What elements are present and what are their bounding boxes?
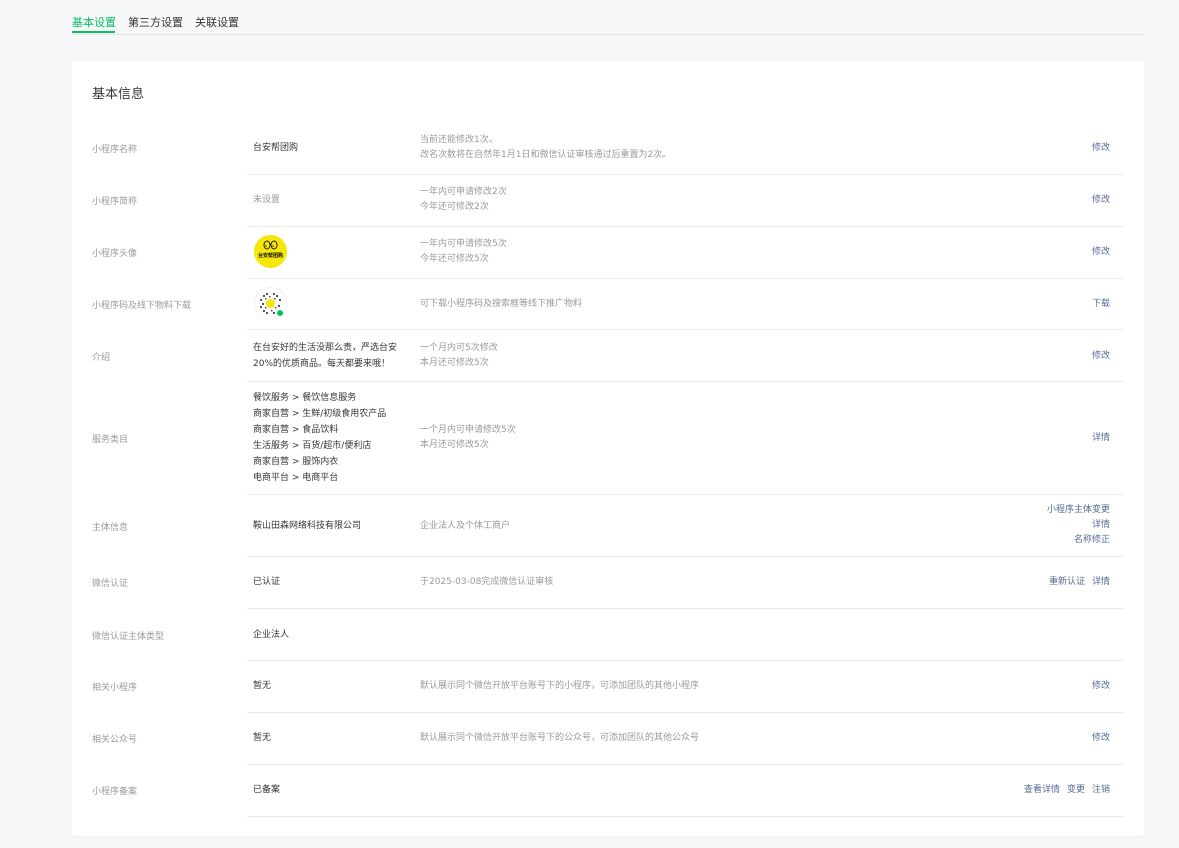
row-desc: 一年内可申请修改5次 今年还可修改5次 (420, 237, 507, 267)
row-divider (247, 608, 1124, 609)
app-avatar: 台安帮团购 (254, 235, 287, 268)
row-divider (247, 174, 1124, 175)
row-divider (247, 816, 1124, 817)
edit-avatar-link[interactable]: 修改 (1092, 245, 1110, 260)
row-desc: 一个月内可申请修改5次 本月还可修改5次 (420, 423, 516, 453)
desc-line: 当前还能修改1次。 (420, 135, 498, 145)
basic-info-card: 基本信息 小程序名称 台安帮团购 当前还能修改1次。 改名次数将在自然年1月1日… (72, 61, 1144, 836)
download-qrcode-link[interactable]: 下载 (1092, 297, 1110, 312)
filing-actions: 查看详情 变更 注销 (1017, 783, 1110, 798)
category-item: 电商平台 > 电商平台 (253, 473, 339, 483)
row-divider (247, 764, 1124, 765)
section-title: 基本信息 (92, 87, 145, 102)
qrcode-thumbnail (254, 287, 287, 320)
tab-third-party-settings[interactable]: 第三方设置 (128, 14, 183, 30)
row-desc: 一年内可申请修改2次 今年还可修改2次 (420, 185, 507, 215)
row-value: 已备案 (253, 785, 281, 795)
filing-change-link[interactable]: 变更 (1067, 785, 1085, 795)
row-value: 在台安好的生活没那么贵，严选台安 20%的优质商品。每天都要来哦！ (253, 340, 397, 372)
edit-short-name-link[interactable]: 修改 (1092, 193, 1110, 208)
row-value: 已认证 (253, 577, 281, 587)
row-label: 微信认证主体类型 (92, 632, 165, 642)
intro-line: 在台安好的生活没那么贵，严选台安 (253, 343, 398, 353)
row-label: 小程序头像 (92, 249, 138, 259)
verify-actions: 重新认证 详情 (1042, 575, 1110, 590)
row-desc: 于2025-03-08完成微信认证审核 (420, 577, 554, 587)
row-value: 鞍山田森网络科技有限公司 (253, 521, 362, 531)
row-divider (247, 660, 1124, 661)
row-label: 介绍 (92, 353, 111, 363)
row-divider (247, 329, 1124, 330)
desc-line: 一年内可申请修改5次 (420, 239, 507, 249)
name-correction-link[interactable]: 名称修正 (1047, 533, 1110, 548)
category-item: 商家自营 > 服饰内衣 (253, 457, 339, 467)
edit-name-link[interactable]: 修改 (1092, 141, 1110, 156)
desc-line: 今年还可修改2次 (420, 202, 489, 212)
row-value: 暂无 (253, 681, 272, 691)
filing-cancel-link[interactable]: 注销 (1092, 785, 1110, 795)
desc-line: 一年内可申请修改2次 (420, 187, 507, 197)
subject-actions: 小程序主体变更 详情 名称修正 (1047, 503, 1110, 548)
row-label: 服务类目 (92, 435, 129, 445)
row-value: 未设置 (253, 195, 281, 205)
category-list: 餐饮服务 > 餐饮信息服务 商家自营 > 生鲜/初级食用农产品 商家自营 > 食… (253, 390, 386, 486)
row-label: 相关小程序 (92, 683, 138, 693)
row-desc: 企业法人及个体工商户 (420, 521, 511, 531)
avatar-logo-icon: 台安帮团购 (254, 235, 287, 268)
active-tab-indicator (72, 31, 115, 33)
row-divider (247, 381, 1124, 382)
row-desc: 默认展示同个微信开放平台账号下的小程序，可添加团队的其他小程序 (420, 681, 700, 691)
row-divider (247, 278, 1124, 279)
settings-tabs: 基本设置 第三方设置 关联设置 (72, 0, 1144, 35)
edit-related-mp-link[interactable]: 修改 (1092, 731, 1110, 746)
row-divider (247, 494, 1124, 495)
row-desc: 可下载小程序码及搜索框等线下推广物料 (420, 299, 583, 309)
intro-line: 20%的优质商品。每天都要来哦！ (253, 359, 391, 369)
filing-detail-link[interactable]: 查看详情 (1024, 785, 1060, 795)
desc-line: 今年还可修改5次 (420, 254, 489, 264)
row-label: 相关公众号 (92, 735, 138, 745)
avatar-logo-text: 台安帮团购 (258, 252, 283, 259)
row-label: 小程序码及线下物料下载 (92, 301, 192, 311)
row-desc: 一个月内可5次修改 本月还可修改5次 (420, 341, 498, 371)
row-divider (247, 556, 1124, 557)
row-label: 小程序名称 (92, 145, 138, 155)
tab-related-settings[interactable]: 关联设置 (195, 14, 239, 30)
row-label: 微信认证 (92, 579, 129, 589)
desc-line: 一个月内可5次修改 (420, 343, 498, 353)
subject-detail-link[interactable]: 详情 (1047, 518, 1110, 533)
row-value: 暂无 (253, 733, 272, 743)
row-divider (247, 712, 1124, 713)
subject-change-link[interactable]: 小程序主体变更 (1047, 503, 1110, 518)
row-value: 台安帮团购 (253, 143, 299, 153)
row-desc: 当前还能修改1次。 改名次数将在自然年1月1日和微信认证审核通过后重置为2次。 (420, 133, 671, 163)
edit-intro-link[interactable]: 修改 (1092, 349, 1110, 364)
row-desc: 默认展示同个微信开放平台账号下的公众号，可添加团队的其他公众号 (420, 733, 700, 743)
row-label: 主体信息 (92, 523, 129, 533)
category-item: 餐饮服务 > 餐饮信息服务 (253, 393, 357, 403)
desc-line: 改名次数将在自然年1月1日和微信认证审核通过后重置为2次。 (420, 150, 672, 160)
verify-detail-link[interactable]: 详情 (1092, 577, 1110, 587)
desc-line: 本月还可修改5次 (420, 358, 489, 368)
category-item: 商家自营 > 食品饮料 (253, 425, 339, 435)
tab-basic-settings[interactable]: 基本设置 (72, 14, 116, 30)
category-detail-link[interactable]: 详情 (1092, 431, 1110, 446)
reverify-link[interactable]: 重新认证 (1049, 577, 1085, 587)
desc-line: 本月还可修改5次 (420, 440, 489, 450)
category-item: 生活服务 > 百货/超市/便利店 (253, 441, 372, 451)
desc-line: 一个月内可申请修改5次 (420, 425, 516, 435)
row-label: 小程序简称 (92, 197, 138, 207)
row-label: 小程序备案 (92, 787, 138, 797)
qrcode-icon (254, 287, 287, 320)
edit-related-app-link[interactable]: 修改 (1092, 679, 1110, 694)
category-item: 商家自营 > 生鲜/初级食用农产品 (253, 409, 387, 419)
row-value: 企业法人 (253, 630, 290, 640)
row-divider (247, 226, 1124, 227)
